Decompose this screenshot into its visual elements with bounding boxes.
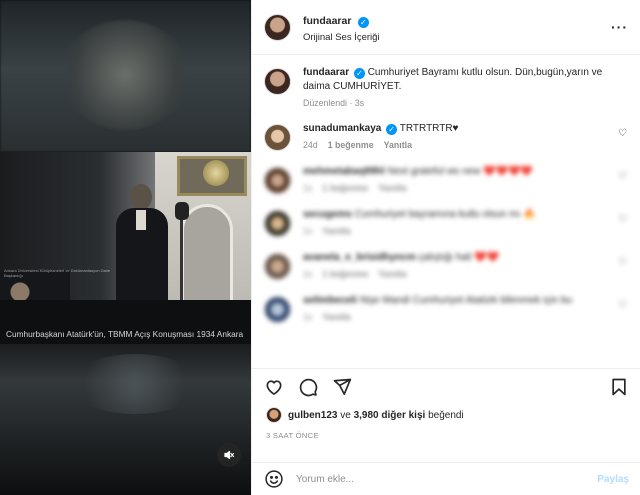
video-speaker [112, 184, 170, 314]
comment-row: selimbeceli Nişe Mandi Cumhuriyet Atatür… [264, 294, 629, 323]
comment-button[interactable] [298, 377, 318, 397]
comment-composer: Paylaş [252, 462, 640, 495]
caption-content: fundaarar ✓ Cumhuriyet Bayramı kutlu ols… [303, 66, 629, 108]
audio-label[interactable]: Orijinal Ses İçeriği [303, 32, 611, 43]
comment-avatar[interactable] [264, 296, 291, 323]
bookmark-icon [612, 378, 626, 396]
paper-plane-icon [333, 378, 352, 395]
comment-username[interactable]: sunadumankaya [303, 123, 381, 134]
caption-avatar[interactable] [264, 68, 291, 95]
video-blur-bottom [0, 344, 251, 495]
comment-username[interactable]: secugems [303, 209, 352, 220]
caption-text-block: fundaarar ✓ Cumhuriyet Bayramı kutlu ols… [303, 66, 629, 94]
instagram-post-modal: Ankara Üniversitesi Kütüphaneleri ve Dok… [0, 0, 640, 495]
likes-summary: gulben123 ve 3,980 diğer kişi beğendi [252, 405, 640, 423]
caption-username[interactable]: fundaarar [303, 67, 349, 78]
post-header: fundaarar ✓ Orijinal Ses İçeriği ··· [252, 0, 640, 55]
post-comment-button[interactable]: Paylaş [597, 474, 629, 485]
comment-reply-button[interactable]: Yanıtla [378, 269, 406, 279]
comment-like-icon[interactable]: ♡ [618, 257, 627, 268]
comment-reply-button[interactable]: Yanıtla [378, 183, 406, 193]
liker-username[interactable]: gulben123 [288, 410, 337, 421]
caption-row: fundaarar ✓ Cumhuriyet Bayramı kutlu ols… [264, 66, 629, 108]
comment-avatar[interactable] [264, 124, 291, 151]
comment-username[interactable]: selimbeceli [303, 295, 357, 306]
caption-meta: Düzenlendi · 3s [303, 98, 365, 108]
liker-avatar[interactable] [266, 407, 282, 423]
save-button[interactable] [609, 377, 629, 397]
verified-badge-icon: ✓ [357, 17, 369, 28]
emoji-icon[interactable] [264, 469, 284, 489]
comment-text: TRTRTRTR♥ [399, 123, 459, 134]
comment-like-icon[interactable]: ♡ [618, 171, 627, 182]
post-actions: gulben123 ve 3,980 diğer kişi beğendi 3 … [252, 368, 640, 440]
comment-avatar[interactable] [264, 167, 291, 194]
comment-username[interactable]: mehmetabaq99hl [303, 166, 385, 177]
caption-age: 3s [354, 98, 365, 108]
more-options-button[interactable]: ··· [611, 19, 628, 35]
comment-content: avanela_e_brisidhyncm çalıştığı hali ❤️❤… [303, 251, 629, 280]
comment-content: secugems Cumhuriyet bayramına kutlu olsu… [303, 208, 629, 237]
comment-likes-link[interactable]: 1 beğenme [328, 140, 374, 150]
comment-avatar[interactable] [264, 210, 291, 237]
comment-row: mehmetabaq99hl Next grateful ws new ❤️❤️… [264, 165, 629, 194]
author-username[interactable]: fundaarar [303, 15, 351, 27]
comments-list[interactable]: fundaarar ✓ Cumhuriyet Bayramı kutlu ols… [252, 56, 640, 368]
action-icon-bar [252, 369, 640, 405]
comment-reply-button[interactable]: Yanıtla [322, 312, 350, 322]
comment-content: mehmetabaq99hl Next grateful ws new ❤️❤️… [303, 165, 629, 194]
post-timestamp[interactable]: 3 SAAT ÖNCE [252, 423, 640, 440]
comment-avatar[interactable] [264, 253, 291, 280]
video-blur-top [0, 0, 251, 152]
author-avatar[interactable] [264, 13, 291, 41]
speaker-muted-icon [224, 450, 235, 460]
comment-input[interactable] [296, 473, 598, 485]
comment-text: Next grateful ws new ❤️❤️❤️❤️ [387, 166, 533, 177]
video-caption: Cumhurbaşkanı Atatürk'ün, TBMM Açış Konu… [6, 329, 244, 339]
likes-suffix: beğendi [428, 409, 464, 421]
comment-reply-button[interactable]: Yanıtla [322, 226, 350, 236]
post-video[interactable]: Ankara Üniversitesi Kütüphaneleri ve Dok… [0, 0, 251, 495]
post-details-panel: fundaarar ✓ Orijinal Ses İçeriği ··· fun… [251, 0, 640, 495]
comment-reply-button[interactable]: Yanıtla [384, 140, 412, 150]
comment-text: Nişe Mandi Cumhuriyet Atatürk bilenmek i… [359, 295, 573, 306]
comment-likes-link[interactable]: 1 beğenme [322, 269, 368, 279]
author-info: fundaarar ✓ Orijinal Ses İçeriği [303, 11, 611, 43]
comment-row: sunadumankaya ✓ TRTRTRTR♥ 24d 1 beğenme … [264, 122, 629, 151]
comment-age[interactable]: 1s [303, 269, 312, 279]
like-button[interactable] [264, 377, 284, 397]
likes-connector: ve [340, 409, 351, 421]
video-frame: Ankara Üniversitesi Kütüphaneleri ve Dok… [0, 152, 251, 344]
comment-like-icon[interactable]: ♡ [618, 300, 627, 311]
share-button[interactable] [332, 377, 352, 397]
comment-content: selimbeceli Nişe Mandi Cumhuriyet Atatür… [303, 294, 629, 323]
heart-icon [266, 380, 282, 395]
comment-age[interactable]: 1s [303, 226, 312, 236]
caption-edited-label: Düzenlendi [303, 98, 348, 108]
mute-button[interactable] [217, 443, 241, 467]
comment-text: çalıştığı hali ❤️❤️ [418, 252, 500, 263]
comment-bubble-icon [299, 378, 318, 397]
comment-age[interactable]: 1s [303, 183, 312, 193]
comment-likes-link[interactable]: 1 beğenme [322, 183, 368, 193]
comment-row: avanela_e_brisidhyncm çalıştığı hali ❤️❤… [264, 251, 629, 280]
comment-content: sunadumankaya ✓ TRTRTRTR♥ 24d 1 beğenme … [303, 122, 629, 151]
comment-verified-icon: ✓ [386, 124, 398, 135]
comment-row: secugems Cumhuriyet bayramına kutlu olsu… [264, 208, 629, 237]
comment-age[interactable]: 1s [303, 312, 312, 322]
comment-like-icon[interactable]: ♡ [618, 214, 627, 225]
comment-username[interactable]: avanela_e_brisidhyncm [303, 252, 416, 263]
video-emblem [203, 160, 229, 186]
likes-count-link[interactable]: 3,980 diğer kişi [354, 410, 426, 421]
comment-age[interactable]: 24d [303, 140, 318, 150]
comment-text: Cumhuriyet bayramına kutlu olsun mı 🔥 [354, 209, 536, 220]
comment-like-icon[interactable]: ♡ [618, 128, 627, 139]
caption-verified-icon: ✓ [353, 68, 365, 79]
video-watermark: Ankara Üniversitesi Kütüphaneleri ve Dok… [4, 268, 111, 278]
